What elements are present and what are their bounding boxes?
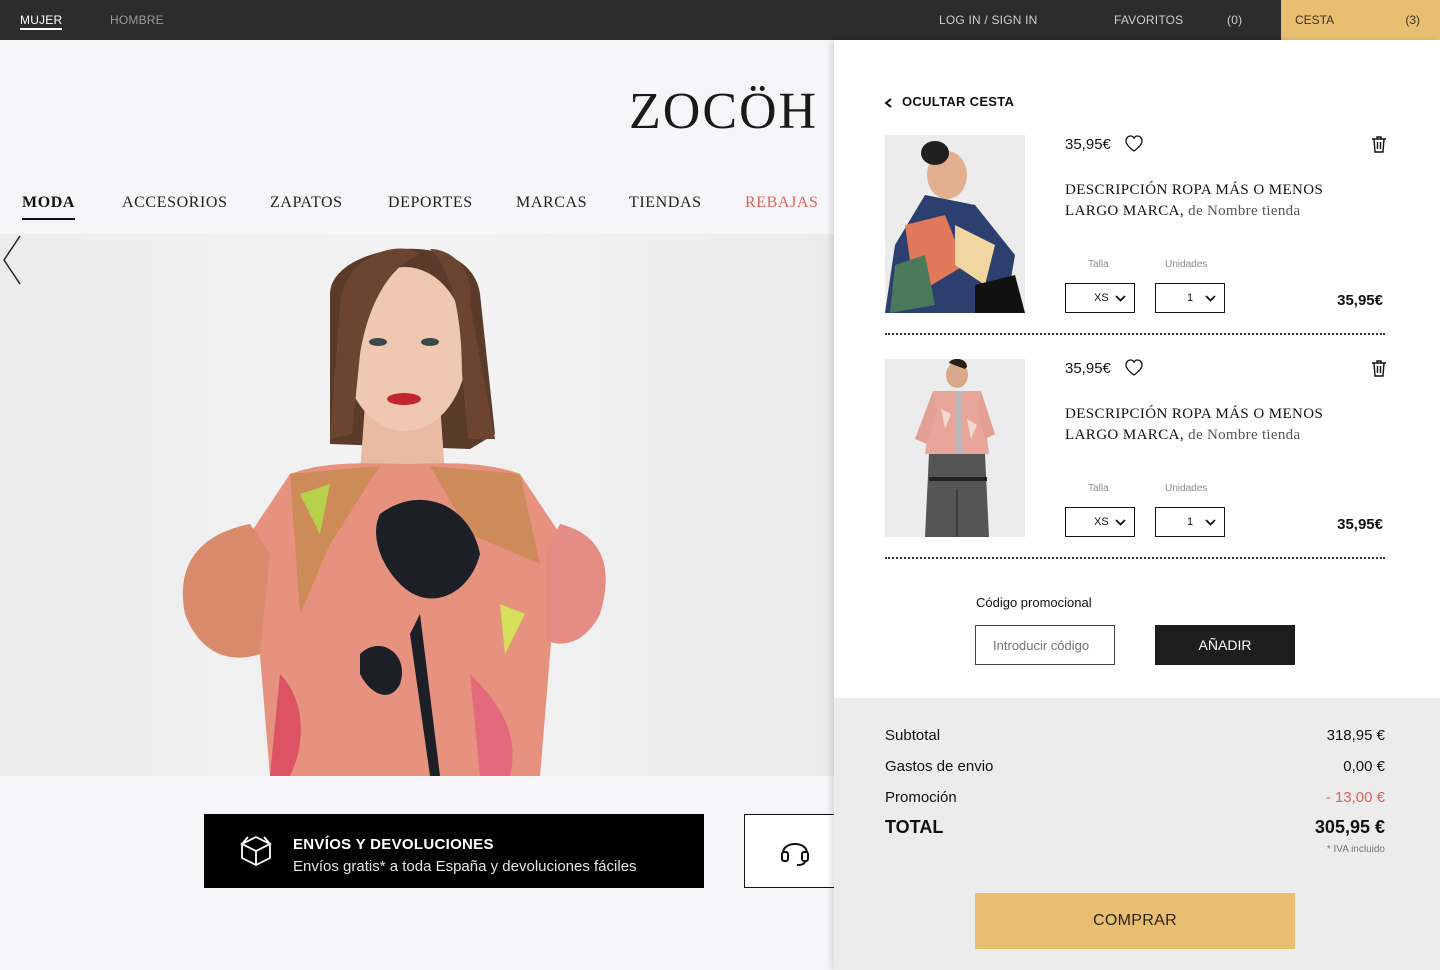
shipping-row: Gastos de envio 0,00 €: [885, 758, 1385, 775]
product-image[interactable]: [885, 135, 1025, 313]
shipping-title: ENVÍOS Y DEVOLUCIONES: [293, 836, 494, 853]
units-label: Unidades: [1165, 259, 1208, 270]
gender-tab-mujer[interactable]: MUJER: [20, 0, 63, 40]
item-divider: [885, 557, 1385, 559]
subtotal-value: 318,95 €: [1326, 727, 1385, 744]
vat-note: * IVA incluido: [1326, 844, 1385, 855]
hide-cart-button[interactable]: OCULTAR CESTA: [882, 94, 1014, 109]
heart-icon[interactable]: [1125, 135, 1143, 153]
hero-banner: [0, 234, 834, 776]
chevron-left-icon[interactable]: [0, 234, 24, 286]
size-select[interactable]: XS: [1065, 507, 1135, 537]
trash-icon[interactable]: [1371, 359, 1387, 377]
cart-item: 35,95€ DESCRIPCIÓN ROPA MÁS O MENOS LARG…: [885, 359, 1387, 559]
promo-code-input[interactable]: [975, 625, 1115, 665]
size-label: Talla: [1088, 483, 1109, 494]
promotion-row: Promoción - 13,00 €: [885, 789, 1385, 806]
box-icon: [239, 835, 273, 867]
hero-model-image: [182, 248, 606, 776]
item-divider: [885, 333, 1385, 335]
favorites-count: (0): [1227, 13, 1243, 27]
total-value: 305,95 €: [1314, 817, 1385, 837]
units-label: Unidades: [1165, 483, 1208, 494]
item-price: 35,95€: [1065, 360, 1111, 377]
nav-item-rebajas[interactable]: REBAJAS: [745, 194, 819, 212]
shipping-text: Envíos gratis* a toda España y devolucio…: [293, 858, 637, 875]
nav-item-tiendas[interactable]: TIENDAS: [629, 194, 702, 212]
gender-tab-hombre[interactable]: HOMBRE: [110, 0, 164, 40]
active-underline: [20, 28, 63, 30]
shipping-cost-label: Gastos de envio: [885, 758, 994, 775]
chevron-left-icon: [884, 97, 892, 108]
cart-tab[interactable]: CESTA (3): [1281, 0, 1440, 40]
hide-cart-label: OCULTAR CESTA: [902, 94, 1015, 109]
item-brand: MARCA,: [1122, 203, 1184, 219]
promotion-label: Promoción: [885, 789, 957, 806]
item-description[interactable]: DESCRIPCIÓN ROPA MÁS O MENOS LARGO MARCA…: [1065, 404, 1365, 446]
size-value: XS: [1094, 292, 1109, 304]
item-store: de Nombre tienda: [1188, 427, 1301, 443]
nav-item-moda-label: MODA: [22, 194, 76, 211]
size-label: Talla: [1088, 259, 1109, 270]
product-image[interactable]: [885, 359, 1025, 537]
headset-icon: [781, 843, 809, 866]
size-select[interactable]: XS: [1065, 283, 1135, 313]
favorites-link[interactable]: FAVORITOS: [1114, 0, 1183, 40]
promo-code-label: Código promocional: [976, 595, 1092, 610]
chevron-down-icon: [1205, 295, 1216, 302]
shipping-cost-value: 0,00 €: [1343, 758, 1385, 775]
item-price: 35,95€: [1065, 136, 1111, 153]
item-line-total: 35,95€: [1337, 292, 1383, 309]
active-underline: [22, 218, 76, 220]
subtotal-label: Subtotal: [885, 727, 941, 744]
chevron-down-icon: [1115, 295, 1126, 302]
gender-tab-mujer-label: MUJER: [20, 13, 63, 27]
chevron-down-icon: [1115, 519, 1126, 526]
shipping-returns-card[interactable]: ENVÍOS Y DEVOLUCIONES Envíos gratis* a t…: [204, 814, 704, 888]
cart-count: (3): [1405, 13, 1420, 27]
top-bar: MUJER HOMBRE LOG IN / SIGN IN FAVORITOS …: [0, 0, 1440, 40]
brand-logo[interactable]: ZOCÖH: [629, 82, 818, 141]
cart-tab-label: CESTA: [1295, 13, 1335, 27]
chevron-down-icon: [1205, 519, 1216, 526]
units-select[interactable]: 1: [1155, 507, 1225, 537]
units-select[interactable]: 1: [1155, 283, 1225, 313]
apply-promo-button[interactable]: AÑADIR: [1155, 625, 1295, 665]
nav-item-moda[interactable]: MODA: [22, 194, 76, 220]
total-row: TOTAL 305,95 €: [885, 817, 1385, 838]
login-link[interactable]: LOG IN / SIGN IN: [939, 0, 1038, 40]
item-line-total: 35,95€: [1337, 516, 1383, 533]
heart-icon[interactable]: [1125, 359, 1143, 377]
checkout-button[interactable]: COMPRAR: [975, 893, 1295, 949]
cart-item: 35,95€ DESCRIPCIÓN ROPA MÁS O MENOS LARG…: [885, 135, 1387, 335]
subtotal-row: Subtotal 318,95 €: [885, 727, 1385, 744]
trash-icon[interactable]: [1371, 135, 1387, 153]
item-store: de Nombre tienda: [1188, 203, 1301, 219]
item-brand: MARCA,: [1122, 427, 1184, 443]
nav-item-accesorios[interactable]: ACCESORIOS: [122, 194, 228, 212]
units-value: 1: [1187, 516, 1194, 528]
item-description[interactable]: DESCRIPCIÓN ROPA MÁS O MENOS LARGO MARCA…: [1065, 180, 1365, 222]
nav-item-deportes[interactable]: DEPORTES: [388, 194, 473, 212]
cart-panel: OCULTAR CESTA 35,95€ DESCRIPCIÓN ROPA MÁ…: [834, 40, 1440, 970]
nav-item-marcas[interactable]: MARCAS: [516, 194, 587, 212]
promotion-value: - 13,00 €: [1325, 789, 1385, 806]
units-value: 1: [1187, 292, 1194, 304]
cart-totals: Subtotal 318,95 € Gastos de envio 0,00 €…: [834, 698, 1440, 970]
total-label: TOTAL: [885, 817, 944, 837]
nav-item-zapatos[interactable]: ZAPATOS: [270, 194, 343, 212]
size-value: XS: [1094, 516, 1109, 528]
